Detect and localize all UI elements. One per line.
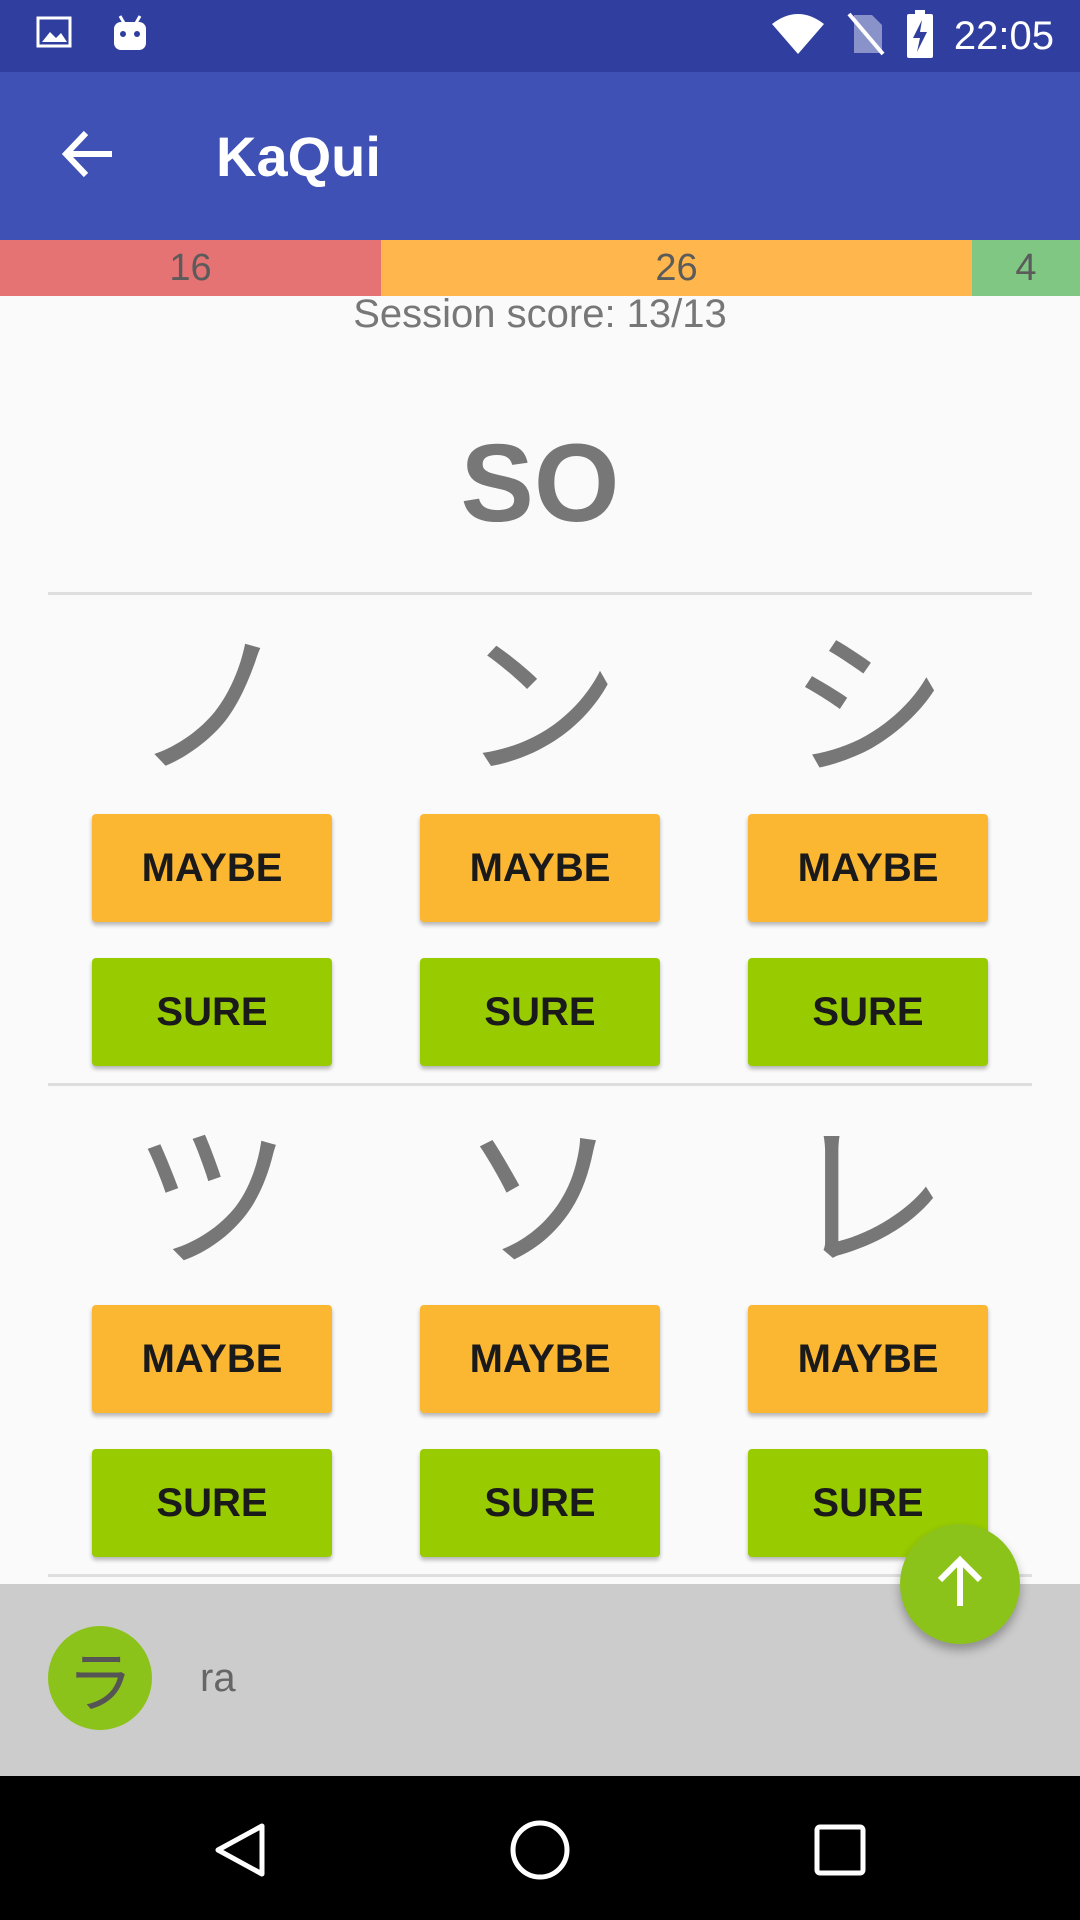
maybe-button[interactable]: MAYBE xyxy=(420,814,660,922)
choice-kana: ソ xyxy=(459,1106,620,1293)
status-time: 22:05 xyxy=(953,14,1054,58)
question-prompt: SO xyxy=(460,422,620,545)
divider xyxy=(48,592,1032,595)
arrow-back-icon xyxy=(60,129,116,184)
status-bar: 22:05 xyxy=(0,0,1080,72)
sure-button[interactable]: SURE xyxy=(748,958,988,1066)
back-button[interactable] xyxy=(52,122,124,190)
no-sim-icon xyxy=(846,11,886,62)
nav-home-button[interactable] xyxy=(500,1812,580,1892)
maybe-button[interactable]: MAYBE xyxy=(748,1305,988,1413)
maybe-button[interactable]: MAYBE xyxy=(92,814,332,922)
divider xyxy=(48,1574,1032,1577)
battery-charging-icon xyxy=(906,10,934,63)
progress-bad-count: 16 xyxy=(0,240,381,296)
choice-kana: ノ xyxy=(131,614,292,801)
wifi-icon xyxy=(770,12,826,61)
app-bar: KaQui xyxy=(0,72,1080,240)
nav-back-button[interactable] xyxy=(200,1812,280,1892)
session-score: Session score: 13/13 xyxy=(353,292,727,336)
history-romaji: ra xyxy=(200,1656,236,1700)
progress-good-count: 4 xyxy=(972,240,1080,296)
back-triangle-icon xyxy=(210,1820,270,1885)
sure-button[interactable]: SURE xyxy=(420,1449,660,1557)
maybe-button[interactable]: MAYBE xyxy=(92,1305,332,1413)
progress-medium-count: 26 xyxy=(381,240,972,296)
choice-kana: レ xyxy=(787,1106,948,1293)
system-nav-bar xyxy=(0,1776,1080,1920)
choice-kana: ツ xyxy=(131,1106,292,1293)
progress-bar: 16 26 4 xyxy=(0,240,1080,296)
choice-kana: ン xyxy=(459,614,620,801)
sure-button[interactable]: SURE xyxy=(420,958,660,1066)
divider xyxy=(48,1083,1032,1086)
history-kana-badge: ラ xyxy=(48,1626,152,1730)
sure-button[interactable]: SURE xyxy=(92,1449,332,1557)
sure-button[interactable]: SURE xyxy=(92,958,332,1066)
home-circle-icon xyxy=(508,1818,572,1887)
recents-square-icon xyxy=(812,1822,868,1883)
app-title: KaQui xyxy=(216,125,381,188)
arrow-up-icon xyxy=(932,1554,988,1615)
maybe-button[interactable]: MAYBE xyxy=(748,814,988,922)
android-icon xyxy=(110,14,150,59)
choice-kana: シ xyxy=(787,614,948,801)
nav-recents-button[interactable] xyxy=(800,1812,880,1892)
maybe-button[interactable]: MAYBE xyxy=(420,1305,660,1413)
image-icon xyxy=(36,14,72,59)
scroll-up-fab[interactable] xyxy=(900,1524,1020,1644)
